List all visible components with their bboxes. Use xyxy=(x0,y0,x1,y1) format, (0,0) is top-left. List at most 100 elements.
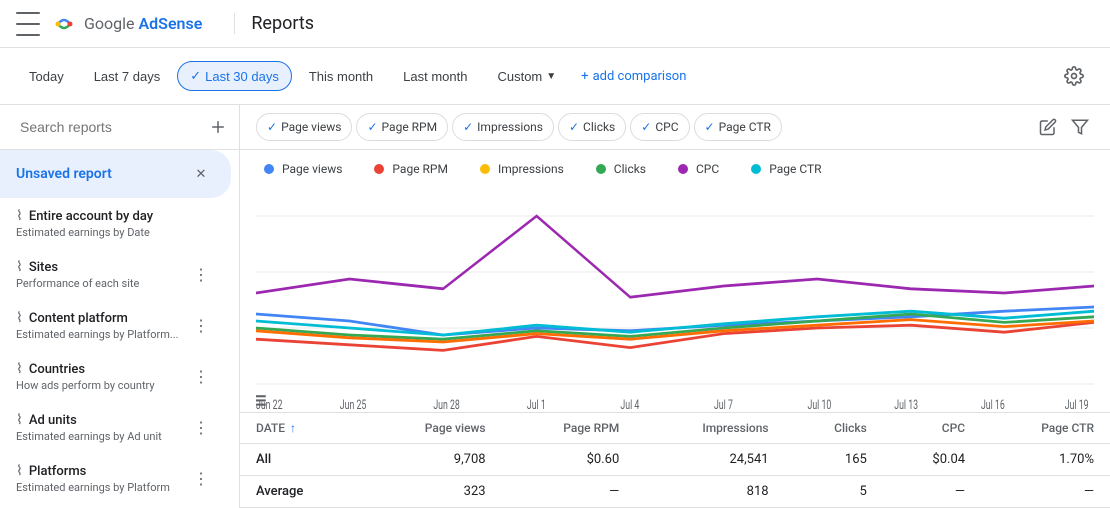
col-clicks[interactable]: Clicks xyxy=(785,413,883,444)
item-content: ⌇ Sites Performance of each site xyxy=(16,259,187,290)
add-comparison-button[interactable]: + add comparison xyxy=(573,63,694,90)
legend-clicks: Clicks xyxy=(596,162,646,176)
sidebar-item-countries[interactable]: ⌇ Countries How ads perform by country ⋮ xyxy=(0,351,231,402)
tab-cpc[interactable]: ✓ CPC xyxy=(630,113,689,141)
close-unsaved-report-button[interactable]: ✕ xyxy=(187,160,215,188)
svg-text:Jul 13: Jul 13 xyxy=(894,398,918,412)
content-platform-more-button[interactable]: ⋮ xyxy=(187,314,215,337)
sites-more-button[interactable]: ⋮ xyxy=(187,263,215,286)
line-chart: Jun 22 Jun 25 Jun 28 Jul 1 Jul 4 Jul 7 J… xyxy=(256,188,1094,412)
last-30-days-button[interactable]: ✓ Last 30 days xyxy=(177,61,292,91)
wavy-icon: ⌇ xyxy=(16,208,23,224)
tab-cpc-label: CPC xyxy=(655,120,678,134)
date-filter-bar: Today Last 7 days ✓ Last 30 days This mo… xyxy=(0,48,1110,105)
unsaved-report-text: Unsaved report xyxy=(16,166,112,182)
check-icon: ✓ xyxy=(367,120,377,134)
item-content: ⌇ Platforms Estimated earnings by Platfo… xyxy=(16,463,187,494)
content-area: ✓ Page views ✓ Page RPM ✓ Impressions ✓ … xyxy=(240,105,1110,508)
tab-impressions-label: Impressions xyxy=(477,120,543,134)
sidebar-item-entire-account[interactable]: ⌇ Entire account by day Estimated earnin… xyxy=(0,198,231,249)
svg-text:Jul 19: Jul 19 xyxy=(1065,398,1089,412)
last-month-button[interactable]: Last month xyxy=(390,62,480,91)
row-all-clicks: 165 xyxy=(785,444,883,476)
sidebar: Unsaved report ✕ ⌇ Entire account by day… xyxy=(0,105,240,508)
search-bar xyxy=(0,105,239,150)
legend-dot-page-views xyxy=(264,164,274,174)
legend-page-views: Page views xyxy=(264,162,342,176)
sidebar-item-ad-units[interactable]: ⌇ Ad units Estimated earnings by Ad unit… xyxy=(0,402,231,453)
sidebar-item-unsaved-report[interactable]: Unsaved report ✕ xyxy=(0,150,231,198)
logo: Google AdSense xyxy=(52,12,202,36)
item-content: ⌇ Content platform Estimated earnings by… xyxy=(16,310,187,341)
sidebar-item-platforms[interactable]: ⌇ Platforms Estimated earnings by Platfo… xyxy=(0,453,231,504)
col-page-rpm[interactable]: Page RPM xyxy=(502,413,636,444)
item-content: Unsaved report xyxy=(16,166,187,182)
ad-units-more-button[interactable]: ⋮ xyxy=(187,416,215,439)
platforms-label: ⌇ Platforms xyxy=(16,463,187,479)
legend-page-ctr: Page CTR xyxy=(751,162,821,176)
search-input[interactable] xyxy=(20,119,201,135)
header: Google AdSense Reports xyxy=(0,0,1110,48)
unsaved-report-label: Unsaved report xyxy=(16,166,187,182)
check-icon: ✓ xyxy=(267,120,277,134)
svg-text:Jul 10: Jul 10 xyxy=(808,398,832,412)
custom-button[interactable]: Custom ▼ xyxy=(484,62,569,91)
row-avg-clicks: 5 xyxy=(785,476,883,508)
legend-label-page-views: Page views xyxy=(282,162,342,176)
platforms-more-button[interactable]: ⋮ xyxy=(187,467,215,490)
col-page-views[interactable]: Page views xyxy=(361,413,502,444)
tab-page-views[interactable]: ✓ Page views xyxy=(256,113,352,141)
custom-label: Custom xyxy=(497,69,542,84)
content-platform-desc: Estimated earnings by Platform... xyxy=(16,328,187,341)
legend-label-impressions: Impressions xyxy=(498,162,564,176)
sidebar-item-content-platform[interactable]: ⌇ Content platform Estimated earnings by… xyxy=(0,300,231,351)
today-button[interactable]: Today xyxy=(16,62,77,91)
pencil-icon xyxy=(1039,118,1057,136)
plus-icon: + xyxy=(581,69,588,84)
check-icon: ✓ xyxy=(463,120,473,134)
tab-clicks[interactable]: ✓ Clicks xyxy=(558,113,626,141)
wavy-icon: ⌇ xyxy=(16,463,23,479)
add-icon xyxy=(209,118,227,136)
svg-text:Jun 28: Jun 28 xyxy=(433,398,460,412)
row-avg-page-views: 323 xyxy=(361,476,502,508)
tab-page-rpm[interactable]: ✓ Page RPM xyxy=(356,113,448,141)
settings-button[interactable] xyxy=(1054,56,1094,96)
tab-impressions[interactable]: ✓ Impressions xyxy=(452,113,554,141)
legend-label-page-rpm: Page RPM xyxy=(392,162,448,176)
col-cpc[interactable]: CPC xyxy=(883,413,981,444)
wavy-icon: ⌇ xyxy=(16,412,23,428)
item-content: ⌇ Countries How ads perform by country xyxy=(16,361,187,392)
legend-dot-cpc xyxy=(678,164,688,174)
check-icon: ✓ xyxy=(705,120,715,134)
edit-metrics-button[interactable] xyxy=(1034,113,1062,141)
content-platform-label: ⌇ Content platform xyxy=(16,310,187,326)
countries-label: ⌇ Countries xyxy=(16,361,187,377)
sites-desc: Performance of each site xyxy=(16,277,187,290)
logo-brand: AdSense xyxy=(138,14,202,33)
col-page-ctr[interactable]: Page CTR xyxy=(981,413,1110,444)
row-all-page-ctr: 1.70% xyxy=(981,444,1110,476)
hamburger-menu[interactable] xyxy=(16,12,40,36)
legend-page-rpm: Page RPM xyxy=(374,162,448,176)
legend-impressions: Impressions xyxy=(480,162,564,176)
countries-more-button[interactable]: ⋮ xyxy=(187,365,215,388)
legend-label-clicks: Clicks xyxy=(614,162,646,176)
add-report-button[interactable] xyxy=(209,113,227,141)
filter-button[interactable] xyxy=(1066,113,1094,141)
platforms-desc: Estimated earnings by Platform xyxy=(16,481,187,494)
col-impressions[interactable]: Impressions xyxy=(635,413,784,444)
this-month-button[interactable]: This month xyxy=(296,62,386,91)
data-table: DATE ↑ Page views Page RPM Impressions C… xyxy=(240,412,1110,508)
add-comparison-label: add comparison xyxy=(593,69,687,84)
sidebar-item-sites[interactable]: ⌇ Sites Performance of each site ⋮ xyxy=(0,249,231,300)
ad-units-desc: Estimated earnings by Ad unit xyxy=(16,430,187,443)
tab-page-ctr[interactable]: ✓ Page CTR xyxy=(694,113,782,141)
row-all-impressions: 24,541 xyxy=(635,444,784,476)
col-date[interactable]: DATE ↑ xyxy=(240,413,361,444)
table-row-all: All 9,708 $0.60 24,541 165 $0.04 1.70% xyxy=(240,444,1110,476)
last-7-days-button[interactable]: Last 7 days xyxy=(81,62,174,91)
row-avg-impressions: 818 xyxy=(635,476,784,508)
row-avg-page-ctr: — xyxy=(981,476,1110,508)
check-icon: ✓ xyxy=(190,68,201,84)
